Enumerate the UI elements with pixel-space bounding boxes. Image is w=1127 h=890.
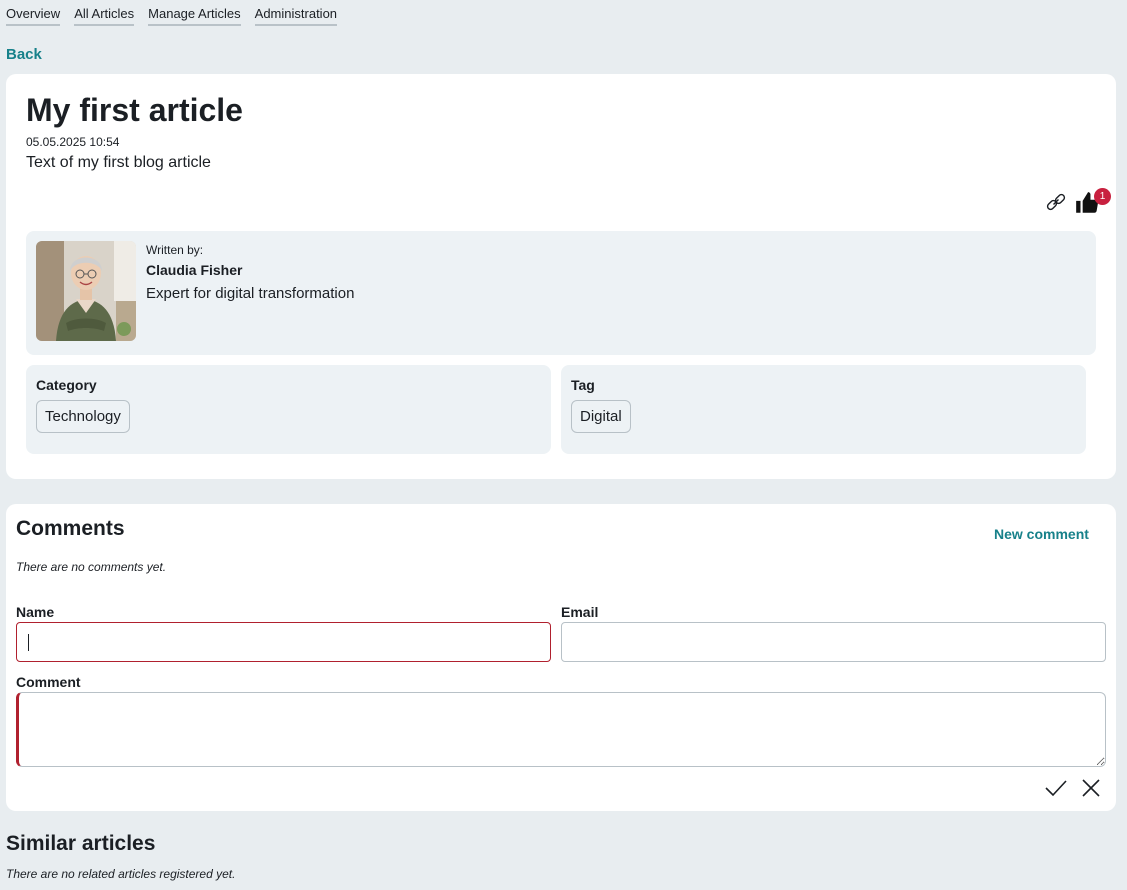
like-button[interactable]: 1 (1074, 188, 1114, 218)
like-count-badge: 1 (1094, 188, 1111, 205)
article-text: Text of my first blog article (26, 154, 211, 171)
nav-item-all-articles[interactable]: All Articles (74, 6, 135, 26)
category-label: Category (36, 377, 97, 393)
tag-box: Tag Digital (561, 365, 1086, 454)
article-title: My first article (26, 92, 243, 128)
name-label: Name (16, 604, 55, 620)
author-name: Claudia Fisher (146, 262, 243, 278)
text-cursor (28, 634, 29, 651)
back-link[interactable]: Back (6, 46, 42, 63)
author-box: Written by: Claudia Fisher Expert for di… (26, 231, 1096, 355)
email-label: Email (561, 604, 599, 620)
article-card: My first article 05.05.2025 10:54 Text o… (6, 74, 1116, 479)
author-avatar (36, 241, 136, 341)
comment-textarea[interactable] (16, 692, 1106, 767)
category-chip[interactable]: Technology (36, 400, 130, 433)
author-role: Expert for digital transformation (146, 285, 355, 302)
article-date: 05.05.2025 10:54 (26, 135, 120, 149)
checkmark-icon[interactable] (1044, 777, 1068, 799)
comments-title: Comments (16, 517, 125, 540)
email-input[interactable] (561, 622, 1106, 662)
no-comments-text: There are no comments yet. (16, 560, 167, 574)
similar-articles-title: Similar articles (6, 832, 156, 855)
comments-card: Comments New comment There are no commen… (6, 504, 1116, 811)
nav-item-manage-articles[interactable]: Manage Articles (148, 6, 241, 26)
link-icon[interactable] (1044, 190, 1068, 214)
no-similar-text: There are no related articles registered… (6, 867, 236, 881)
name-input[interactable] (16, 622, 551, 662)
tag-label: Tag (571, 377, 595, 393)
new-comment-button[interactable]: New comment (994, 526, 1089, 542)
nav-item-administration[interactable]: Administration (254, 6, 338, 26)
tag-chip[interactable]: Digital (571, 400, 631, 433)
close-icon[interactable] (1080, 777, 1102, 799)
category-box: Category Technology (26, 365, 551, 454)
written-by-label: Written by: (146, 243, 204, 257)
comment-label: Comment (16, 674, 81, 690)
top-nav: Overview All Articles Manage Articles Ad… (6, 6, 338, 26)
nav-item-overview[interactable]: Overview (6, 6, 61, 26)
